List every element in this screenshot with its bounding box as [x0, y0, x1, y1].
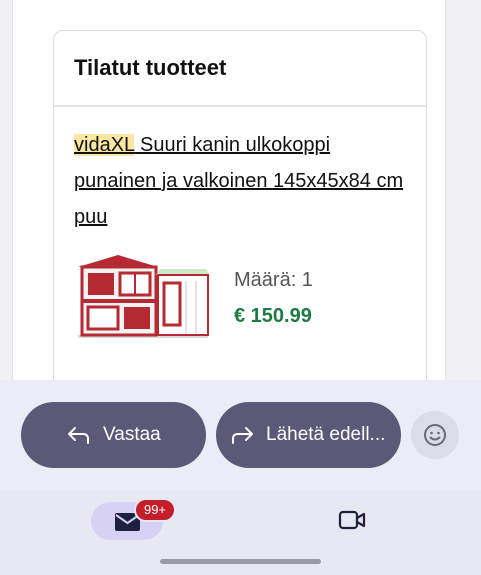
ordered-products-card: Tilatut tuotteet vidaXL Suuri kanin ulko… — [53, 30, 427, 380]
brand-name: vidaXL — [74, 134, 135, 156]
product-link[interactable]: vidaXL Suuri kanin ulkokoppi punainen ja… — [74, 127, 404, 235]
message-action-bar: Vastaa Lähetä edell... — [0, 380, 481, 490]
reply-arrow-icon — [68, 427, 89, 444]
bottom-tab-bar: 99+ — [0, 490, 481, 575]
video-icon[interactable] — [338, 509, 366, 531]
emoji-icon — [424, 424, 446, 446]
forward-button[interactable]: Lähetä edell... — [216, 402, 401, 468]
home-indicator — [160, 559, 321, 564]
product-price: € 150.99 — [234, 305, 312, 327]
reply-button[interactable]: Vastaa — [21, 402, 206, 468]
forward-arrow-icon — [232, 427, 253, 444]
quantity-label: Määrä: 1 — [234, 269, 313, 291]
product-image[interactable] — [74, 253, 214, 343]
ordered-products-heading: Tilatut tuotteet — [74, 55, 227, 80]
reply-label: Vastaa — [103, 424, 161, 445]
forward-label: Lähetä edell... — [266, 424, 386, 445]
unread-count-badge: 99+ — [134, 498, 176, 522]
card-divider — [54, 105, 426, 107]
emoji-reaction-button[interactable] — [411, 411, 459, 459]
email-content: Tilatut tuotteet vidaXL Suuri kanin ulko… — [0, 0, 481, 380]
